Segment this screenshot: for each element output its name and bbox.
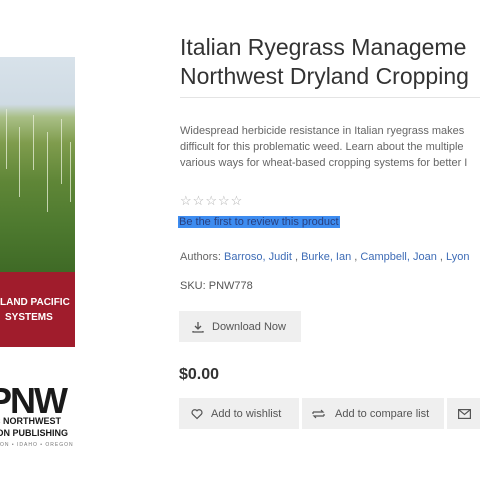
description-line: various ways for wheat-based cropping sy… (180, 157, 468, 169)
product-title: Italian Ryegrass Manageme Northwest Dryl… (180, 33, 469, 91)
product-cover-image[interactable]: LAND PACIFIC SYSTEMS (0, 57, 75, 347)
product-title-line2: Northwest Dryland Cropping (180, 63, 469, 89)
star-icon: ☆ (180, 193, 193, 208)
download-button[interactable]: Download Now (179, 311, 301, 342)
publisher-line2: ION PUBLISHING (0, 428, 69, 438)
publisher-states: ON • IDAHO • OREGON (0, 442, 74, 448)
title-divider (180, 97, 480, 98)
add-to-wishlist-button[interactable]: Add to wishlist (179, 398, 299, 429)
product-price: $0.00 (179, 366, 220, 383)
star-icon: ☆ (217, 193, 231, 208)
rating-stars: ☆☆☆☆☆ (180, 193, 243, 209)
cover-title-band (0, 272, 75, 347)
product-title-line1: Italian Ryegrass Manageme (180, 34, 467, 60)
add-to-compare-button[interactable]: Add to compare list (302, 398, 444, 429)
compare-button-label: Add to compare list (335, 407, 430, 420)
author-link[interactable]: Campbell, Joan (360, 251, 436, 263)
download-button-label: Download Now (212, 320, 286, 333)
write-review-link[interactable]: Be the first to review this product (178, 216, 340, 228)
description-line: difficult for this problematic weed. Lea… (180, 141, 464, 153)
publisher-line1: C NORTHWEST (0, 416, 61, 426)
cover-text-line2: SYSTEMS (5, 312, 53, 323)
author-link[interactable]: Burke, Ian (301, 251, 351, 263)
email-a-friend-button[interactable] (447, 398, 480, 429)
cover-text-line1: LAND PACIFIC (0, 297, 70, 308)
publisher-logo: PNW C NORTHWEST ION PUBLISHING ON • IDAH… (0, 380, 80, 460)
description-line: Widespread herbicide resistance in Itali… (180, 125, 465, 137)
compare-icon (312, 408, 325, 420)
authors-label: Authors: (180, 251, 225, 263)
star-icon: ☆ (192, 193, 206, 208)
download-icon (192, 321, 204, 333)
envelope-icon (458, 408, 471, 419)
author-link[interactable]: Lyon (446, 251, 469, 263)
star-icon: ☆ (205, 193, 218, 208)
author-link[interactable]: Barroso, Judit (224, 251, 292, 263)
wishlist-button-label: Add to wishlist (211, 407, 282, 420)
cover-photo-field (0, 57, 75, 272)
star-icon: ☆ (230, 193, 244, 208)
product-short-description: Widespread herbicide resistance in Itali… (180, 123, 467, 171)
heart-icon (191, 408, 203, 420)
authors-row: Authors: Barroso, Judit , Burke, Ian , C… (180, 251, 470, 263)
product-sku: SKU: PNW778 (180, 280, 253, 292)
